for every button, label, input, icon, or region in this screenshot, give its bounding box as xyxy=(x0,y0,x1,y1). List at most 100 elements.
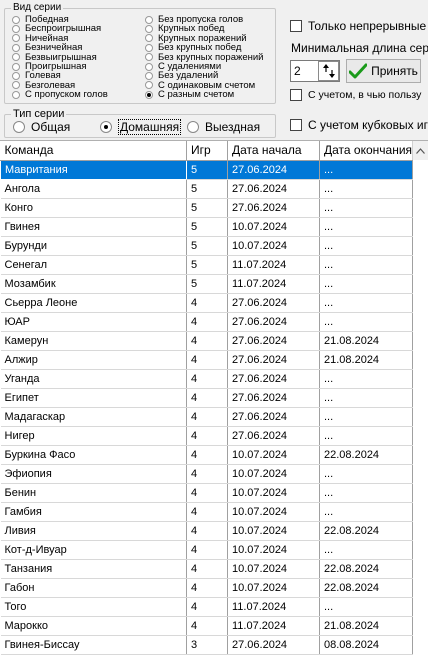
table-row[interactable]: Камерун 4 27.06.2024 21.08.2024 xyxy=(0,331,413,351)
series-kind-option[interactable]: С разным счетом xyxy=(145,90,234,99)
series-kind-option[interactable]: Без крупных побед xyxy=(145,43,241,52)
table-row[interactable]: Конго 5 27.06.2024... xyxy=(0,198,413,218)
table-cell: Сьерра Леоне xyxy=(0,293,187,313)
table-row[interactable]: Эфиопия 4 10.07.2024... xyxy=(0,464,413,484)
table-cell: ... xyxy=(319,426,413,446)
table-row[interactable]: Гвинея-Биссау 3 27.06.2024 08.08.2024 xyxy=(0,635,413,655)
radio-button[interactable] xyxy=(12,43,20,52)
table-row[interactable]: Сенегал 5 11.07.2024... xyxy=(0,255,413,275)
table-row[interactable]: Мавритания 5 27.06.2024... xyxy=(0,159,413,180)
table-row[interactable]: Марокко 4 11.07.2024 21.08.2024 xyxy=(0,616,413,636)
series-type-option-label: Домашняя xyxy=(118,119,182,135)
column-header[interactable]: Дата начала xyxy=(227,141,320,161)
table-cell: 21.08.2024 xyxy=(319,616,413,636)
table-row[interactable]: Габон 4 10.07.2024 22.08.2024 xyxy=(0,578,413,598)
table-cell: 4 xyxy=(186,521,228,541)
table-row[interactable]: Мадагаскар 4 27.06.2024... xyxy=(0,407,413,427)
checkbox-box[interactable] xyxy=(290,20,302,32)
table-row[interactable]: ЮАР 4 27.06.2024... xyxy=(0,312,413,332)
table-cell: 4 xyxy=(186,388,228,408)
table-cell: 4 xyxy=(186,616,228,636)
table-row[interactable]: Алжир 4 27.06.2024 21.08.2024 xyxy=(0,350,413,370)
series-kind-option[interactable]: Безничейная xyxy=(12,43,82,52)
radio-button[interactable] xyxy=(145,15,153,24)
table-row[interactable]: Гвинея 5 10.07.2024... xyxy=(0,217,413,237)
radio-button[interactable] xyxy=(145,90,153,99)
radio-button[interactable] xyxy=(12,71,20,80)
radio-button[interactable] xyxy=(145,81,153,90)
cup-games-label: С учетом кубковых игр xyxy=(308,118,428,132)
series-type-option[interactable]: Общая xyxy=(13,119,70,135)
radio-button[interactable] xyxy=(12,90,20,99)
table-cell: 27.06.2024 xyxy=(227,407,320,427)
radio-button[interactable] xyxy=(12,62,20,71)
results-table[interactable]: Команда Игр Дата начала Дата окончания Мавр… xyxy=(0,140,428,656)
radio-button[interactable] xyxy=(12,34,20,43)
column-header[interactable]: Команда xyxy=(0,141,187,161)
radio-button[interactable] xyxy=(145,34,153,43)
table-cell: 10.07.2024 xyxy=(227,502,320,522)
table-cell: 11.07.2024 xyxy=(227,274,320,294)
table-row[interactable]: Нигер 4 27.06.2024... xyxy=(0,426,413,446)
table-cell: 27.06.2024 xyxy=(227,350,320,370)
table-cell: 21.08.2024 xyxy=(319,350,413,370)
scroll-up-button[interactable] xyxy=(412,141,428,160)
series-type-option[interactable]: Домашняя xyxy=(100,119,182,135)
series-kind-option-label: С пропуском голов xyxy=(25,89,108,101)
table-cell: 5 xyxy=(186,198,228,218)
series-kind-option-label: С разным счетом xyxy=(158,89,235,101)
table-cell: ... xyxy=(319,160,413,180)
table-cell: 4 xyxy=(186,350,228,370)
in-favor-checkbox[interactable]: С учетом, в чью пользу xyxy=(290,87,421,103)
table-cell: 5 xyxy=(186,217,228,237)
table-row[interactable]: Бенин 4 10.07.2024... xyxy=(0,483,413,503)
series-type-option[interactable]: Выездная xyxy=(187,119,260,135)
table-row[interactable]: Египет 4 27.06.2024... xyxy=(0,388,413,408)
continuous-only-checkbox[interactable]: Только непрерывные xyxy=(290,18,426,34)
table-cell: 22.08.2024 xyxy=(319,559,413,579)
table-cell: Гамбия xyxy=(0,502,187,522)
radio-button[interactable] xyxy=(13,121,25,133)
table-row[interactable]: Бурунди 5 10.07.2024... xyxy=(0,236,413,256)
radio-button[interactable] xyxy=(12,24,20,33)
radio-button[interactable] xyxy=(145,62,153,71)
column-header[interactable]: Дата окончания xyxy=(319,141,413,161)
table-row[interactable]: Ангола 5 27.06.2024... xyxy=(0,179,413,199)
table-row[interactable]: Сьерра Леоне 4 27.06.2024... xyxy=(0,293,413,313)
table-cell: 5 xyxy=(186,236,228,256)
table-cell: 4 xyxy=(186,312,228,332)
table-cell: 4 xyxy=(186,464,228,484)
table-row[interactable]: Танзания 4 10.07.2024 22.08.2024 xyxy=(0,559,413,579)
radio-button[interactable] xyxy=(145,71,153,80)
radio-button[interactable] xyxy=(12,15,20,24)
table-cell: ... xyxy=(319,312,413,332)
table-row[interactable]: Ливия 4 10.07.2024 22.08.2024 xyxy=(0,521,413,541)
radio-button[interactable] xyxy=(12,81,20,90)
table-row[interactable]: Уганда 4 27.06.2024... xyxy=(0,369,413,389)
radio-button[interactable] xyxy=(187,121,199,133)
table-cell: 4 xyxy=(186,426,228,446)
column-header[interactable]: Игр xyxy=(186,141,228,161)
radio-button[interactable] xyxy=(145,43,153,52)
radio-button[interactable] xyxy=(145,53,153,62)
table-cell: 4 xyxy=(186,407,228,427)
accept-button[interactable]: Принять xyxy=(346,59,421,83)
table-row[interactable]: Кот-д-Ивуар 4 10.07.2024... xyxy=(0,540,413,560)
table-row[interactable]: Того 4 11.07.2024... xyxy=(0,597,413,617)
series-kind-option-label: Безничейная xyxy=(25,42,83,54)
table-row[interactable]: Мозамбик 5 11.07.2024... xyxy=(0,274,413,294)
min-length-spinner[interactable] xyxy=(318,61,339,81)
checkbox-box[interactable] xyxy=(290,89,302,101)
radio-button[interactable] xyxy=(100,121,112,133)
cup-games-checkbox[interactable]: С учетом кубковых игр xyxy=(290,117,428,133)
in-favor-label: С учетом, в чью пользу xyxy=(308,89,422,101)
radio-button[interactable] xyxy=(12,53,20,62)
checkbox-box[interactable] xyxy=(290,119,302,131)
table-row[interactable]: Гамбия 4 10.07.2024... xyxy=(0,502,413,522)
table-row[interactable]: Буркина Фасо 4 10.07.2024 22.08.2024 xyxy=(0,445,413,465)
table-cell: Мавритания xyxy=(0,159,187,180)
series-kind-option[interactable]: С пропуском голов xyxy=(12,90,108,99)
table-cell: 27.06.2024 xyxy=(227,293,320,313)
series-type-option-label: Выездная xyxy=(205,120,261,134)
radio-button[interactable] xyxy=(145,24,153,33)
